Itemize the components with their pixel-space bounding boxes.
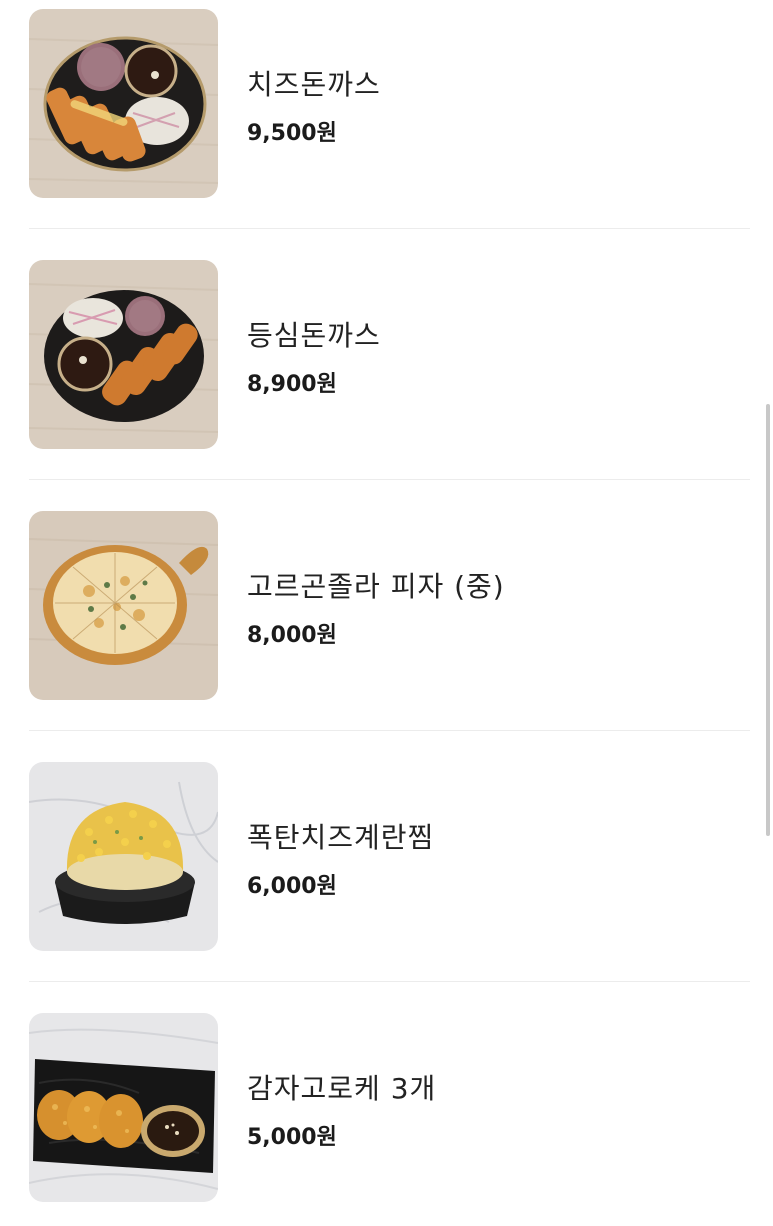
menu-item-name: 치즈돈까스 xyxy=(247,68,381,101)
potato-croquette-photo xyxy=(29,1013,218,1202)
divider xyxy=(29,981,750,982)
menu-item-loin-tonkatsu[interactable]: 등심돈까스 8,900원 xyxy=(29,260,750,450)
menu-item-name: 등심돈까스 xyxy=(247,319,381,352)
gorgonzola-pizza-photo xyxy=(29,511,218,700)
menu-item-price: 9,500원 xyxy=(247,121,337,146)
menu-item-potato-croquette[interactable]: 감자고로케 3개 5,000원 xyxy=(29,1013,750,1203)
vertical-scrollbar[interactable] xyxy=(766,404,770,836)
divider xyxy=(29,730,750,731)
menu-item-cheese-tonkatsu[interactable]: 치즈돈까스 9,500원 xyxy=(29,9,750,199)
menu-item-name: 고르곤졸라 피자 (중) xyxy=(247,570,505,603)
menu-item-bomb-steamed-egg[interactable]: 폭탄치즈계란찜 6,000원 xyxy=(29,762,750,952)
bomb-cheese-steamed-egg-photo xyxy=(29,762,218,951)
menu-item-price: 8,000원 xyxy=(247,623,337,648)
menu-item-name: 감자고로케 3개 xyxy=(247,1072,437,1105)
cheese-pork-cutlet-photo xyxy=(29,9,218,198)
menu-item-price: 8,900원 xyxy=(247,372,337,397)
menu-item-name: 폭탄치즈계란찜 xyxy=(247,821,435,854)
pork-loin-cutlet-photo xyxy=(29,260,218,449)
menu-item-price: 6,000원 xyxy=(247,874,337,899)
divider xyxy=(29,228,750,229)
menu-item-price: 5,000원 xyxy=(247,1125,337,1150)
divider xyxy=(29,479,750,480)
menu-item-gorgonzola-pizza[interactable]: 고르곤졸라 피자 (중) 8,000원 xyxy=(29,511,750,701)
